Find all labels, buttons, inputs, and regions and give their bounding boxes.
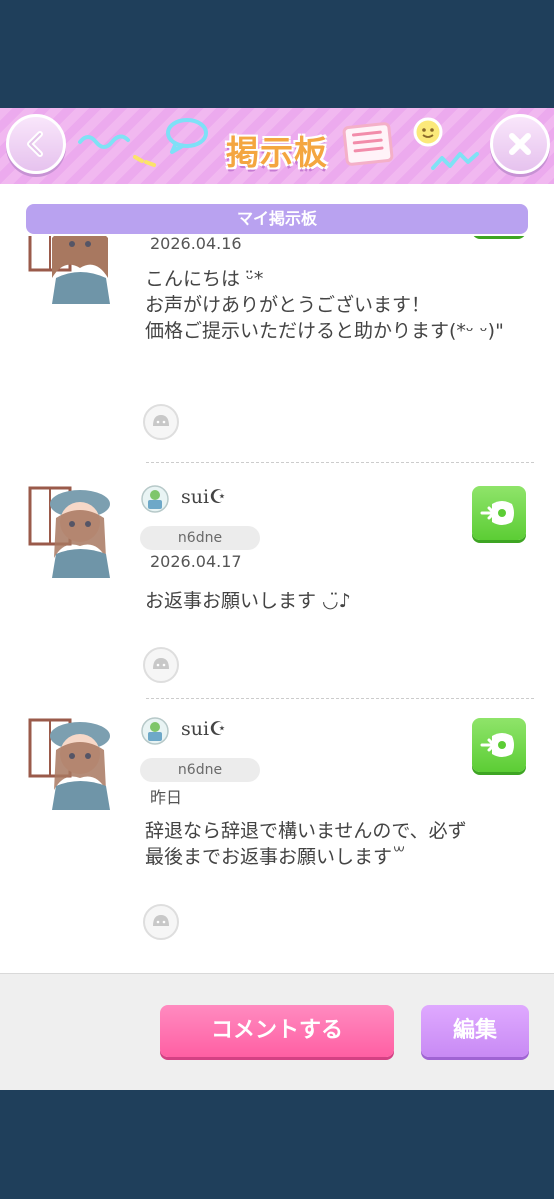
user-badge-icon [141, 717, 169, 745]
reply-button[interactable] [472, 486, 526, 540]
user-id-badge: n6dne [140, 758, 260, 782]
face-icon [153, 658, 169, 669]
post-message: 辞退なら辞退で構いませんので、必ず 最後までお返事お願いします꒳ [145, 820, 467, 868]
face-icon [153, 915, 169, 926]
notice-board-icon [342, 121, 394, 167]
post-divider [146, 698, 534, 699]
header-bar: 掲示板 [0, 108, 554, 184]
post-item: sui☪ n6dne 2026.04.17 お返事お願いします ◡̈♪ [0, 482, 554, 717]
footer-bar: コメントする 編集 [0, 973, 554, 1090]
post-date: 2026.04.17 [150, 552, 242, 571]
username: sui☪ [181, 718, 227, 740]
reply-button[interactable] [472, 718, 526, 772]
post-divider [146, 462, 534, 463]
post-message: こんにちは ᵕ̈* お声がけありがとうございます！ 価格ご提示いただけると助かり… [145, 268, 504, 342]
avatar[interactable] [26, 236, 122, 304]
edit-button[interactable]: 編集 [421, 1005, 529, 1057]
reply-arrow-icon [480, 501, 514, 525]
post-item: n6dne 2026.04.16 こんにちは ᵕ̈* お声がけありがとうございま… [0, 236, 554, 508]
reaction-button[interactable] [143, 904, 179, 940]
comment-button[interactable]: コメントする [160, 1005, 394, 1057]
username: sui☪ [181, 486, 227, 508]
zigzag-decoration-icon [431, 152, 479, 170]
post-message: お返事お願いします ◡̈♪ [145, 590, 351, 612]
face-icon [153, 415, 169, 426]
post-date: 2026.04.16 [150, 236, 242, 253]
user-badge-icon [141, 485, 169, 513]
post-item: sui☪ n6dne 昨日 辞退なら辞退で構いませんので、必ず 最後までお返事お… [0, 714, 554, 973]
avatar[interactable] [26, 714, 122, 810]
user-id-badge: n6dne [140, 526, 260, 550]
reaction-button[interactable] [143, 647, 179, 683]
close-button[interactable] [490, 114, 550, 174]
reply-arrow-icon [480, 733, 514, 757]
reaction-button[interactable] [143, 404, 179, 440]
board-panel: 掲示板 マイ掲示板 2026.04.16 こんにちは ᵕ̈* お声がけありがとう… [0, 108, 554, 1090]
smiley-decoration-icon [413, 117, 443, 147]
tab-my-board[interactable]: マイ掲示板 [26, 204, 528, 234]
close-icon [509, 133, 531, 155]
post-date: 昨日 [150, 788, 183, 807]
avatar[interactable] [26, 482, 122, 578]
post-list[interactable]: n6dne 2026.04.16 こんにちは ᵕ̈* お声がけありがとうございま… [0, 236, 554, 973]
